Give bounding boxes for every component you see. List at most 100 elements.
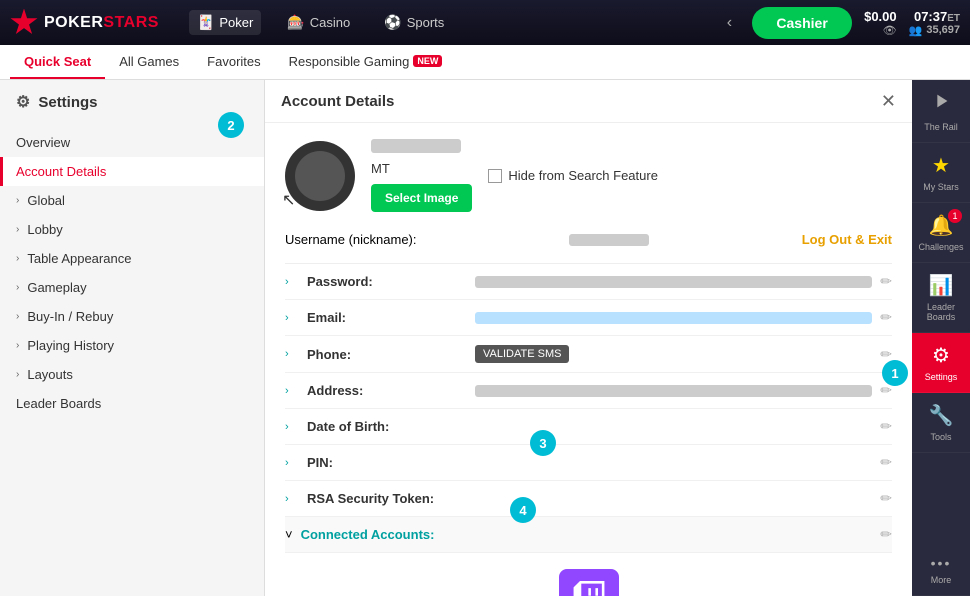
chevron-right-icon: › [16, 311, 19, 322]
tutorial-bubble-2[interactable]: 2 [218, 112, 244, 138]
email-row: › Email: ✏ [285, 300, 892, 336]
menu-table-appearance[interactable]: › Table Appearance [0, 244, 264, 273]
dob-row: › Date of Birth: ✏ [285, 409, 892, 445]
select-image-button[interactable]: Select Image [371, 184, 472, 212]
tutorial-bubble-1[interactable]: 1 [882, 360, 908, 386]
email-value [475, 312, 872, 324]
chevron-right-icon[interactable]: › [285, 493, 299, 505]
players-count: 👥 35,697 [909, 24, 960, 37]
hide-search-checkbox[interactable] [488, 169, 502, 183]
settings-menu: Overview Account Details › Global › Lobb… [0, 124, 264, 422]
settings-icon: ⚙ [932, 343, 950, 368]
edit-dob-icon[interactable]: ✏ [880, 418, 892, 435]
time-display: 07:37ET 👥 35,697 [909, 9, 960, 37]
sidebar-item-challenges[interactable]: 🔔 1 Challenges [912, 203, 970, 263]
close-button[interactable]: ✕ [881, 92, 896, 110]
avatar-image [295, 151, 345, 201]
phone-row: › Phone: VALIDATE SMS ✏ [285, 336, 892, 373]
settings-panel: ⚙ Settings Overview Account Details › Gl… [0, 80, 265, 596]
edit-rsa-icon[interactable]: ✏ [880, 490, 892, 507]
nav-all-games[interactable]: All Games [105, 45, 193, 79]
hide-search-label: Hide from Search Feature [508, 168, 658, 183]
chevron-right-icon[interactable]: › [285, 385, 299, 397]
account-header: Account Details ✕ [265, 80, 912, 123]
edit-connected-icon[interactable]: ✏ [880, 526, 892, 543]
logo[interactable]: POKERSTARS [10, 9, 159, 37]
chevron-right-icon[interactable]: › [285, 348, 299, 360]
logout-link[interactable]: Log Out & Exit [802, 232, 892, 247]
validate-sms-button[interactable]: VALIDATE SMS [475, 345, 569, 363]
chevron-right-icon: › [16, 340, 19, 351]
nav-links: 🃏 Poker 🎰 Casino ⚽ Sports [189, 10, 452, 35]
chevron-right-icon: › [16, 195, 19, 206]
edit-email-icon[interactable]: ✏ [880, 309, 892, 326]
nav-poker[interactable]: 🃏 Poker [189, 10, 261, 35]
account-panel: Account Details ✕ MT Select Image Hid [265, 80, 912, 596]
account-initials: MT [371, 161, 472, 176]
tools-icon: 🔧 [929, 403, 954, 428]
chevron-right-icon: › [16, 224, 19, 235]
chevron-right-icon[interactable]: › [285, 312, 299, 324]
email-label: Email: [307, 310, 467, 325]
username-label: Username (nickname): [285, 232, 417, 247]
avatar [285, 141, 355, 211]
account-title: Account Details [281, 93, 394, 110]
edit-password-icon[interactable]: ✏ [880, 273, 892, 290]
profile-section: MT Select Image Hide from Search Feature [285, 139, 892, 212]
password-value [475, 276, 872, 288]
tutorial-bubble-3[interactable]: 3 [530, 430, 556, 456]
right-nav: ‹ Cashier $0.00 👁 07:37ET 👥 35,697 [719, 7, 960, 39]
menu-layouts[interactable]: › Layouts [0, 360, 264, 389]
sidebar-item-leader-boards[interactable]: 📊 Leader Boards [912, 263, 970, 333]
account-body[interactable]: MT Select Image Hide from Search Feature… [265, 123, 912, 596]
profile-right: MT Select Image [371, 139, 472, 212]
pin-row: › PIN: ✏ [285, 445, 892, 481]
cashier-button[interactable]: Cashier [752, 7, 852, 39]
username-row: Username (nickname): Log Out & Exit [285, 228, 892, 251]
password-label: Password: [307, 274, 467, 289]
main-content: ⚙ Settings Overview Account Details › Gl… [0, 80, 970, 596]
username-value-blurred [569, 234, 649, 246]
balance-area: $0.00 👁 [864, 9, 897, 37]
menu-buy-in-rebuy[interactable]: › Buy-In / Rebuy [0, 302, 264, 331]
menu-gameplay[interactable]: › Gameplay [0, 273, 264, 302]
chevron-right-icon[interactable]: › [285, 457, 299, 469]
chevron-right-icon[interactable]: › [285, 276, 299, 288]
pin-label: PIN: [307, 455, 467, 470]
rsa-label: RSA Security Token: [307, 491, 467, 506]
nav-casino[interactable]: 🎰 Casino [279, 10, 358, 35]
menu-global[interactable]: › Global [0, 186, 264, 215]
tutorial-bubble-4[interactable]: 4 [510, 497, 536, 523]
challenges-badge: 1 [948, 209, 962, 223]
nav-quick-seat[interactable]: Quick Seat [10, 45, 105, 79]
menu-lobby[interactable]: › Lobby [0, 215, 264, 244]
chevron-right-icon: › [16, 369, 19, 380]
timezone: ET [947, 13, 960, 24]
rsa-row: › RSA Security Token: ✏ [285, 481, 892, 517]
hide-search-area: Hide from Search Feature [488, 168, 658, 183]
chevron-right-icon[interactable]: › [285, 421, 299, 433]
sidebar-item-my-stars[interactable]: ★ My Stars [912, 143, 970, 203]
sidebar-item-the-rail[interactable]: The Rail [912, 80, 970, 143]
eye-icon[interactable]: 👁 [883, 24, 897, 37]
chevron-down-icon[interactable]: ˅ [285, 527, 293, 542]
leader-boards-icon: 📊 [929, 273, 954, 298]
second-navigation: Quick Seat All Games Favorites Responsib… [0, 45, 970, 80]
avatar-container [285, 141, 355, 211]
nav-sports[interactable]: ⚽ Sports [376, 10, 452, 35]
menu-leader-boards[interactable]: Leader Boards [0, 389, 264, 418]
sidebar-item-tools[interactable]: 🔧 Tools [912, 393, 970, 453]
menu-account-details[interactable]: Account Details [0, 157, 264, 186]
address-value [475, 385, 872, 397]
sidebar-item-more[interactable]: ••• More [912, 545, 970, 596]
menu-playing-history[interactable]: › Playing History [0, 331, 264, 360]
nav-favorites[interactable]: Favorites [193, 45, 274, 79]
display-name-blurred [371, 139, 461, 153]
nav-responsible-gaming[interactable]: Responsible Gaming NEW [275, 45, 457, 79]
phone-label: Phone: [307, 347, 467, 362]
sidebar-item-settings[interactable]: ⚙ Settings [912, 333, 970, 393]
prev-button[interactable]: ‹ [719, 10, 740, 36]
settings-gear-icon: ⚙ [16, 92, 30, 112]
password-row: › Password: ✏ [285, 264, 892, 300]
edit-pin-icon[interactable]: ✏ [880, 454, 892, 471]
